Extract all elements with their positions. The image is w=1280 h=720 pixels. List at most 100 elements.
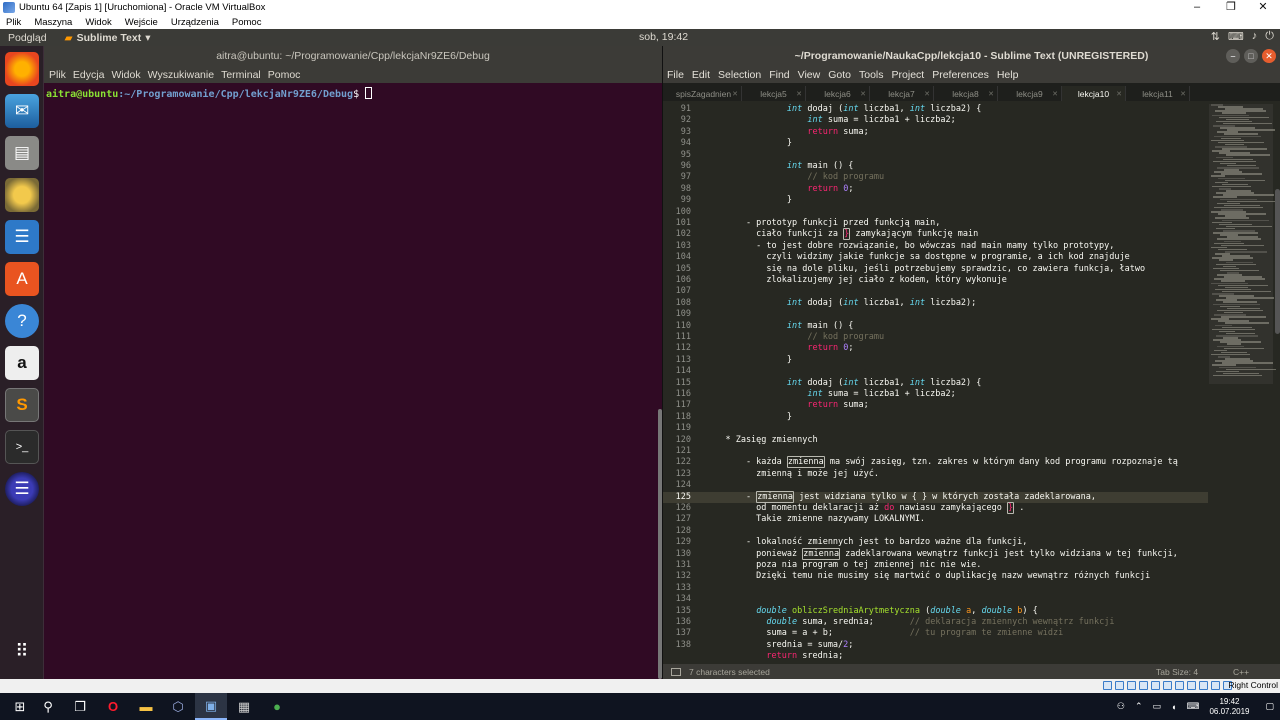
help-icon[interactable]: ? xyxy=(5,304,39,338)
volume-icon[interactable]: ♪ xyxy=(1252,30,1258,43)
menu-preferences[interactable]: Preferences xyxy=(932,69,989,81)
editor-scrollbar[interactable] xyxy=(1275,189,1280,334)
terminal-output[interactable]: aitra@ubuntu:~/Programowanie/Cpp/lekcjaN… xyxy=(44,83,662,100)
minimap[interactable] xyxy=(1211,104,1277,384)
line-number: 98 xyxy=(680,183,691,194)
sublime-icon[interactable]: S xyxy=(5,388,39,422)
task-view-icon[interactable]: ❐ xyxy=(64,693,96,720)
terminal-menu-plik[interactable]: Plik xyxy=(49,69,66,81)
terminal-menu-terminal[interactable]: Terminal xyxy=(221,69,261,81)
keyboard-icon[interactable]: ⌨ xyxy=(1228,30,1244,43)
tab-lekcja11[interactable]: lekcja11 ✕ xyxy=(1126,86,1190,101)
tab-close-icon[interactable]: ✕ xyxy=(860,90,866,98)
rhythmbox-icon[interactable] xyxy=(5,178,39,212)
menu-edit[interactable]: Edit xyxy=(692,69,710,81)
vbox-menu-wejscie[interactable]: Wejście xyxy=(125,17,158,28)
code-area[interactable]: int dodaj (int liczba1, int liczba2) { i… xyxy=(705,104,1210,664)
app-cube-icon[interactable]: ⬡ xyxy=(162,693,194,720)
tab-close-icon[interactable]: ✕ xyxy=(988,90,994,98)
vbox-menu-pomoc[interactable]: Pomoc xyxy=(232,17,262,28)
minimize-icon[interactable]: – xyxy=(1226,49,1240,63)
tab-lekcja8[interactable]: lekcja8 ✕ xyxy=(934,86,998,101)
thunderbird-icon[interactable]: ✉ xyxy=(5,94,39,128)
chevron-up-icon[interactable]: ⌃ xyxy=(1135,701,1143,712)
panel-item-podglad[interactable]: Podgląd xyxy=(8,32,47,44)
network-icon[interactable] xyxy=(1139,681,1148,690)
maximize-icon[interactable]: □ xyxy=(1244,49,1258,63)
network-icon[interactable]: ▭ xyxy=(1153,701,1162,712)
menu-project[interactable]: Project xyxy=(892,69,925,81)
close-icon[interactable]: ✕ xyxy=(1246,0,1280,15)
menu-find[interactable]: Find xyxy=(769,69,789,81)
vbox-menu-maszyna[interactable]: Maszyna xyxy=(34,17,72,28)
menu-goto[interactable]: Goto xyxy=(828,69,851,81)
terminal-icon[interactable]: >_ xyxy=(5,430,39,464)
syntax-selector[interactable]: C++ xyxy=(1233,667,1249,677)
panel-toggle-icon[interactable] xyxy=(671,667,681,676)
apps-grid-icon[interactable]: ⠿ xyxy=(5,634,39,668)
amazon-icon[interactable]: a xyxy=(5,346,39,380)
tab-close-icon[interactable]: ✕ xyxy=(924,90,930,98)
menu-tools[interactable]: Tools xyxy=(859,69,884,81)
network-icon[interactable]: ⇅ xyxy=(1211,30,1220,43)
tab-lekcja7[interactable]: lekcja7 ✕ xyxy=(870,86,934,101)
tab-lekcja9[interactable]: lekcja9 ✕ xyxy=(998,86,1062,101)
mouse-icon[interactable] xyxy=(1211,681,1220,690)
usb-icon[interactable] xyxy=(1151,681,1160,690)
menu-view[interactable]: View xyxy=(798,69,821,81)
code-editor[interactable]: 91 92 93 94 95 96 97 98 99 100 101 102 103 104 105 106 1… xyxy=(663,104,1280,664)
people-icon[interactable]: ⚇ xyxy=(1117,701,1125,712)
audio-icon[interactable] xyxy=(1127,681,1136,690)
menu-selection[interactable]: Selection xyxy=(718,69,761,81)
panel-clock[interactable]: sob, 19:42 xyxy=(639,31,688,43)
terminal-menu-wyszukiwanie[interactable]: Wyszukiwanie xyxy=(148,69,214,81)
writer-icon[interactable]: ☰ xyxy=(5,220,39,254)
tab-lekcja6[interactable]: lekcja6 ✕ xyxy=(806,86,870,101)
vbox-menu-urzadzenia[interactable]: Urządzenia xyxy=(171,17,219,28)
tab-close-icon[interactable]: ✕ xyxy=(796,90,802,98)
capture-icon[interactable] xyxy=(1187,681,1196,690)
panel-app-menu[interactable]: ▰ Sublime Text ▾ xyxy=(65,32,151,44)
volume-icon[interactable]: ◖ xyxy=(1171,702,1176,712)
calculator-icon[interactable]: ▦ xyxy=(228,693,260,720)
file-explorer-icon[interactable]: ▬ xyxy=(130,693,162,720)
software-center-icon[interactable]: A xyxy=(5,262,39,296)
caret-down-icon: ▾ xyxy=(145,31,151,44)
notifications-icon[interactable]: ▢ xyxy=(1265,701,1274,712)
power-icon[interactable]: ⏻ xyxy=(1265,30,1274,43)
display-icon[interactable] xyxy=(1175,681,1184,690)
eclipse-icon[interactable]: ☰ xyxy=(5,472,39,506)
close-icon[interactable]: ✕ xyxy=(1262,49,1276,63)
terminal-menu-widok[interactable]: Widok xyxy=(111,69,140,81)
menu-help[interactable]: Help xyxy=(997,69,1019,81)
code-line: return suma; xyxy=(807,400,869,411)
vbox-menu-plik[interactable]: Plik xyxy=(6,17,21,28)
restore-icon[interactable]: ❐ xyxy=(1214,0,1248,15)
vbox-menu-widok[interactable]: Widok xyxy=(85,17,111,28)
tab-close-icon[interactable]: ✕ xyxy=(732,90,738,98)
tab-lekcja10[interactable]: lekcja10 ✕ xyxy=(1062,86,1126,101)
terminal-menu-edycja[interactable]: Edycja xyxy=(73,69,105,81)
hdd-icon[interactable] xyxy=(1103,681,1112,690)
tab-lekcja5[interactable]: lekcja5 ✕ xyxy=(742,86,806,101)
language-icon[interactable]: ⌨ xyxy=(1186,701,1199,712)
tab-spisZagadnien[interactable]: spisZagadnien ✕ xyxy=(666,86,742,101)
files-icon[interactable]: ▤ xyxy=(5,136,39,170)
menu-file[interactable]: File xyxy=(667,69,684,81)
shared-folder-icon[interactable] xyxy=(1163,681,1172,690)
tab-close-icon[interactable]: ✕ xyxy=(1180,90,1186,98)
optical-icon[interactable] xyxy=(1115,681,1124,690)
cpu-icon[interactable] xyxy=(1199,681,1208,690)
line-number-gutter: 91 92 93 94 95 96 97 98 99 100 101 102 103 104 105 106 1… xyxy=(663,104,693,664)
opera-icon[interactable]: O xyxy=(97,693,129,720)
recorder-icon[interactable]: ● xyxy=(261,693,293,720)
virtualbox-taskbar-icon[interactable]: ▣ xyxy=(195,693,227,720)
tab-close-icon[interactable]: ✕ xyxy=(1116,90,1122,98)
search-icon[interactable]: ⚲ xyxy=(32,693,64,720)
taskbar-clock[interactable]: 19:42 06.07.2019 xyxy=(1207,697,1251,717)
tab-size-selector[interactable]: Tab Size: 4 xyxy=(1156,667,1198,677)
firefox-icon[interactable] xyxy=(5,52,39,86)
minimize-icon[interactable]: – xyxy=(1180,0,1214,15)
tab-close-icon[interactable]: ✕ xyxy=(1052,90,1058,98)
terminal-menu-pomoc[interactable]: Pomoc xyxy=(268,69,301,81)
